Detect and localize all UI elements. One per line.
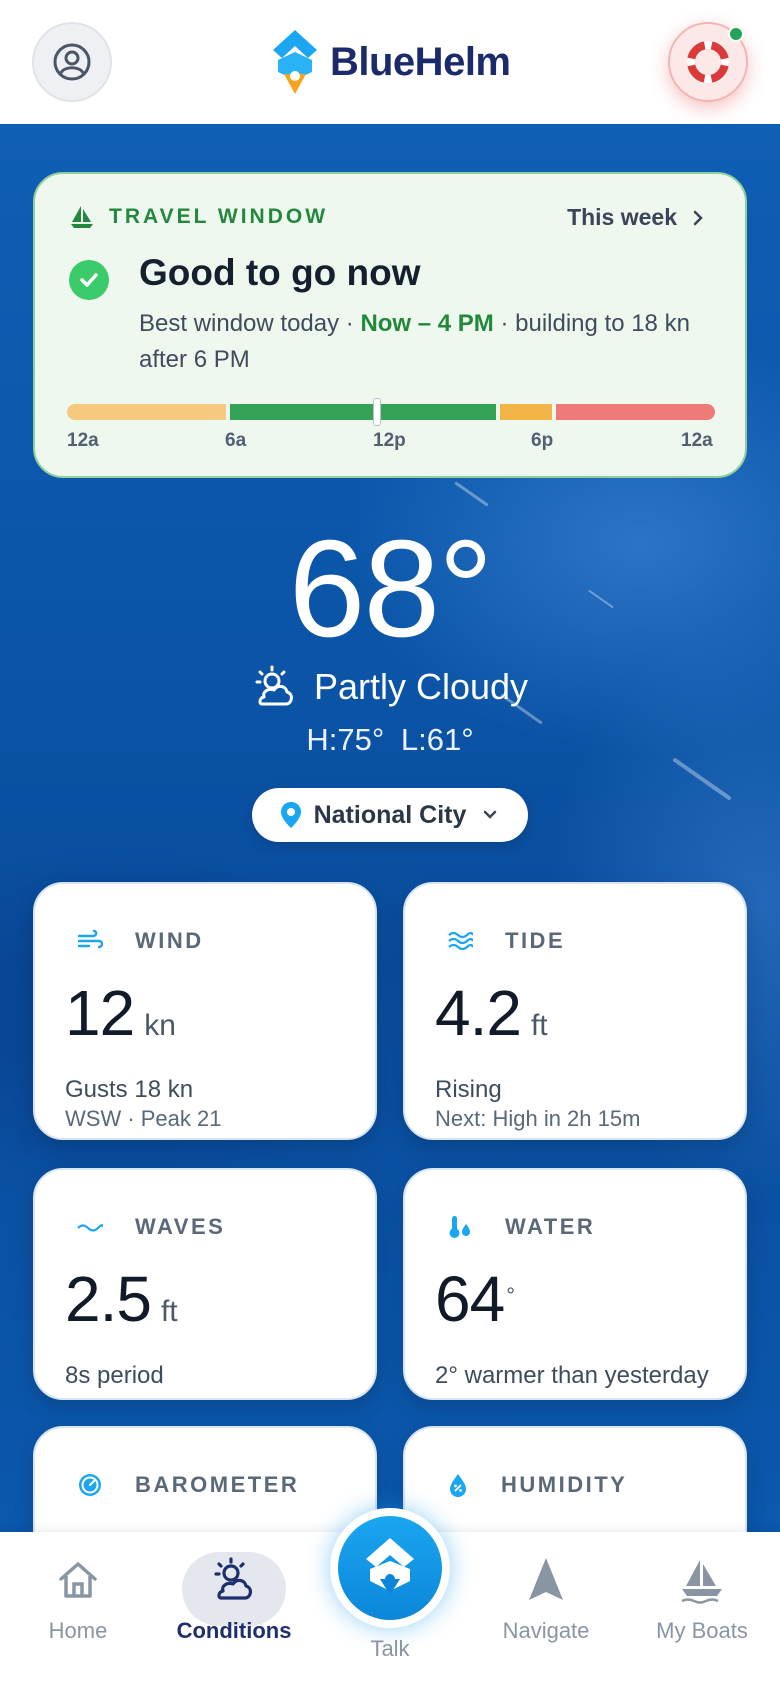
waves-unit: ft <box>160 1295 178 1328</box>
wind-value: 12 <box>65 977 135 1049</box>
water-comparison: 2° warmer than yesterday <box>435 1362 709 1389</box>
travel-window-description: Best window today · Now – 4 PM · buildin… <box>139 310 690 373</box>
humidity-label: HUMIDITY <box>501 1472 628 1497</box>
barometer-label: BAROMETER <box>135 1472 300 1497</box>
brand-name: BlueHelm <box>330 39 511 84</box>
check-circle-icon <box>69 260 109 300</box>
profile-button[interactable] <box>32 22 112 102</box>
water-label: WATER <box>505 1214 596 1239</box>
wind-direction: WSW · Peak 21 <box>65 1106 222 1131</box>
brand-logo: BlueHelm <box>270 28 511 96</box>
water-unit: ° <box>506 1283 515 1308</box>
thermometer-drop-icon <box>449 1216 470 1238</box>
tide-trend: Rising <box>435 1076 502 1103</box>
humidity-drop-icon <box>450 1474 466 1497</box>
timeline-tick: 6a <box>225 430 247 451</box>
partly-cloudy-icon <box>255 665 293 706</box>
condition-text: Partly Cloudy <box>313 666 529 707</box>
online-status-dot <box>728 26 744 42</box>
this-week-link[interactable]: This week <box>567 204 709 231</box>
travel-status-title: Good to go now <box>139 252 421 293</box>
travel-window-card[interactable]: TRAVEL WINDOW This week Good to go now B… <box>33 172 747 478</box>
chevron-right-icon <box>693 210 703 225</box>
timeline-segment-fair <box>67 404 226 420</box>
partly-cloudy-nav-icon <box>214 1557 252 1600</box>
high-low-temperature: H:75° L:61° <box>306 722 474 757</box>
talk-button[interactable] <box>330 1508 450 1628</box>
top-bar: BlueHelm <box>0 0 780 124</box>
tide-value: 4.2 <box>435 977 522 1049</box>
timeline-tick: 12p <box>373 430 406 451</box>
user-circle-icon <box>53 43 91 81</box>
wind-icon <box>77 929 103 949</box>
timeline-tick: 12a <box>67 430 99 451</box>
condition-row: Partly Cloudy <box>0 664 780 710</box>
gauge-icon <box>79 1474 101 1496</box>
tide-card[interactable]: TIDE 4.2 ft Rising Next: High in 2h 15m <box>403 882 747 1140</box>
timeline-segment-moderate <box>500 404 552 420</box>
waves-value: 2.5 <box>65 1263 152 1335</box>
waves-card[interactable]: WAVES 2.5 ft 8s period <box>33 1168 377 1400</box>
this-week-label: This week <box>567 204 677 230</box>
home-icon <box>59 1562 97 1598</box>
nav-conditions-label: Conditions <box>176 1618 292 1643</box>
tide-waves-icon <box>448 931 473 951</box>
location-name: National City <box>313 800 467 829</box>
water-card[interactable]: WATER 64 ° 2° warmer than yesterday <box>403 1168 747 1400</box>
waves-period: 8s period <box>65 1362 164 1389</box>
timeline-tick: 6p <box>531 430 554 451</box>
sos-lifebuoy-button[interactable] <box>668 22 748 102</box>
water-value: 64 <box>435 1263 505 1335</box>
navigation-arrow-icon <box>529 1558 563 1600</box>
wind-unit: kn <box>144 1009 176 1042</box>
timeline-segment-good <box>230 404 496 420</box>
nav-home-label: Home <box>48 1618 108 1643</box>
wind-gusts: Gusts 18 kn <box>65 1076 194 1103</box>
nav-navigate[interactable]: Navigate <box>476 1544 616 1664</box>
travel-window-timeline <box>67 398 715 426</box>
current-time-marker <box>373 398 381 426</box>
current-temperature: 68° <box>288 512 494 666</box>
chevron-down-icon <box>484 810 497 819</box>
bluehelm-logo-icon <box>273 30 317 94</box>
timeline-segment-poor <box>556 404 715 420</box>
nav-my-boats-label: My Boats <box>656 1618 748 1643</box>
nav-navigate-label: Navigate <box>502 1618 590 1643</box>
nav-home[interactable]: Home <box>8 1544 148 1664</box>
tide-label: TIDE <box>505 928 566 953</box>
wind-label: WIND <box>135 928 204 953</box>
timeline-ticks: 12a 6a 12p 6p 12a <box>67 430 715 454</box>
helm-talk-icon <box>366 1538 414 1595</box>
sailboat-nav-icon <box>681 1560 722 1604</box>
wind-card[interactable]: WIND 12 kn Gusts 18 kn WSW · Peak 21 <box>33 882 377 1140</box>
travel-window-label: TRAVEL WINDOW <box>109 205 329 228</box>
location-selector[interactable]: National City <box>252 788 528 842</box>
tide-next: Next: High in 2h 15m <box>435 1106 641 1131</box>
nav-conditions[interactable]: Conditions <box>164 1544 304 1664</box>
nav-talk-label: Talk <box>370 1636 410 1661</box>
sailboat-icon <box>71 206 93 228</box>
timeline-tick: 12a <box>681 430 713 451</box>
wave-icon <box>77 1224 103 1232</box>
lifebuoy-icon <box>687 41 729 83</box>
nav-my-boats[interactable]: My Boats <box>632 1544 772 1664</box>
best-window-time: Now – 4 PM <box>360 310 494 337</box>
waves-label: WAVES <box>135 1214 226 1239</box>
location-pin-icon <box>280 802 301 828</box>
tide-unit: ft <box>530 1009 548 1042</box>
